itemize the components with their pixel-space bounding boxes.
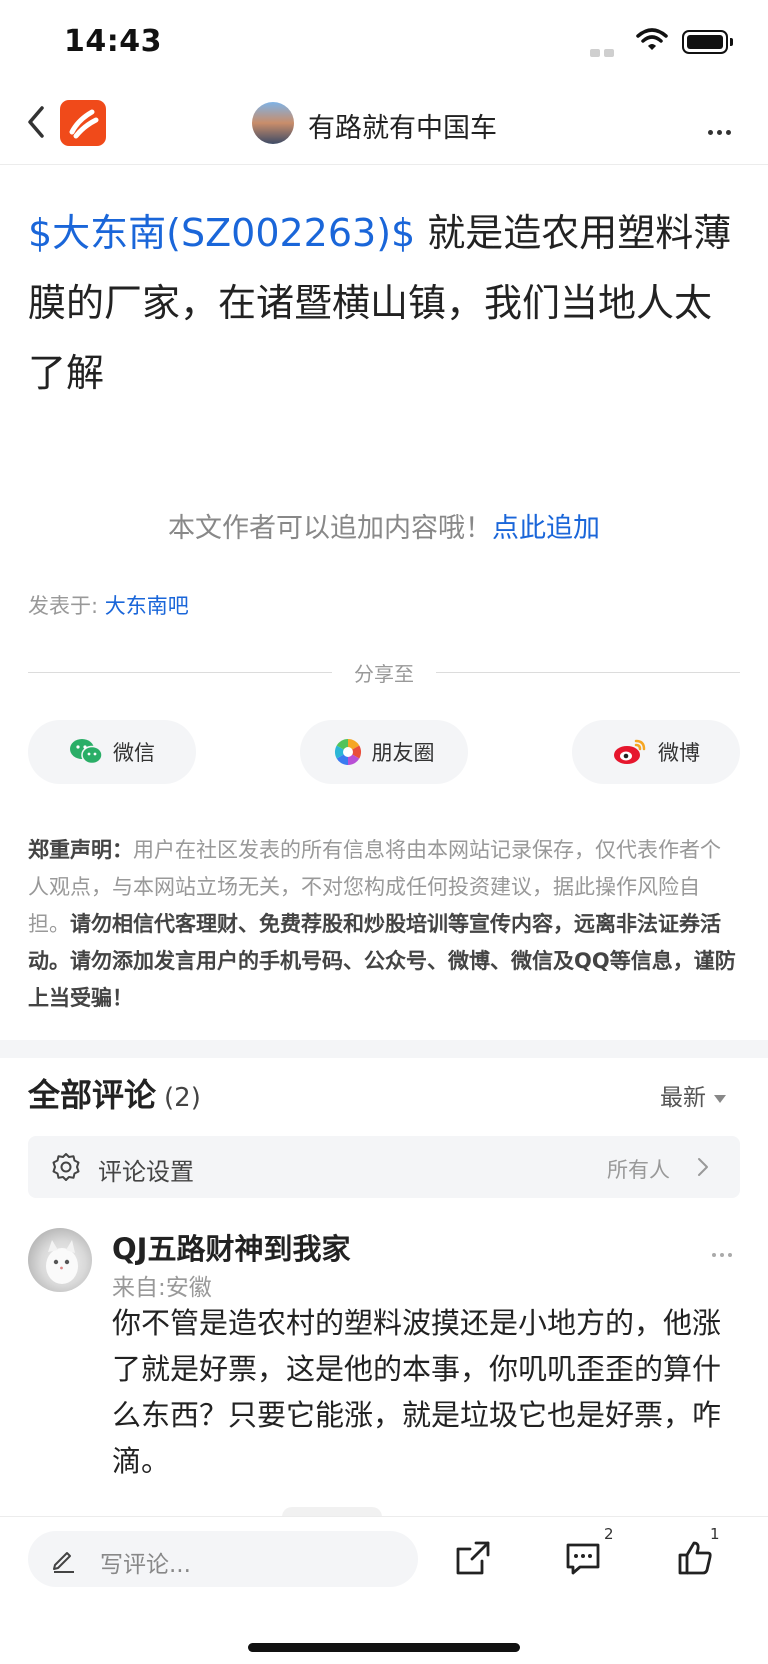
home-indicator[interactable] [248, 1643, 520, 1652]
moments-icon [334, 738, 362, 766]
comment-placeholder: 写评论... [100, 1552, 191, 1578]
gear-icon [50, 1151, 82, 1187]
comment-settings-row[interactable]: 评论设置 所有人 [28, 1136, 740, 1198]
status-time: 14:43 [64, 24, 162, 59]
disclaimer: 郑重声明：用户在社区发表的所有信息将由本网站记录保存，仅代表作者个人观点，与本网… [28, 832, 740, 1017]
comment-settings-value: 所有人 [607, 1158, 670, 1182]
comment-text: 你不管是造农村的塑料波摸还是小地方的，他涨了就是好票，这是他的本事，你叽叽歪歪的… [112, 1306, 722, 1478]
author-avatar[interactable] [252, 102, 294, 144]
disclaimer-warning: 请勿相信代客理财、免费荐股和炒股培训等宣传内容，远离非法证券活动。请勿添加发言用… [28, 912, 736, 1010]
comment-input[interactable]: 写评论... [28, 1531, 418, 1587]
comment-more-icon[interactable] [712, 1242, 736, 1261]
pencil-icon [50, 1545, 78, 1577]
like-count-badge: 1 [710, 1525, 720, 1543]
posted-in-label: 发表于: [28, 594, 105, 618]
share-moments-button[interactable]: 朋友圈 [300, 720, 468, 784]
comment-icon[interactable] [564, 1539, 602, 1581]
share-moments-label: 朋友圈 [371, 741, 435, 765]
share-wechat-label: 微信 [113, 741, 155, 765]
append-hint: 本文作者可以追加内容哦！点此追加 [0, 506, 768, 545]
append-link[interactable]: 点此追加 [492, 513, 600, 544]
divider [28, 672, 332, 673]
comment-settings-label: 评论设置 [98, 1158, 194, 1186]
share-icon[interactable] [454, 1539, 492, 1581]
signal-icon [590, 42, 618, 61]
share-weibo-label: 微博 [658, 741, 700, 765]
back-icon[interactable] [22, 102, 50, 146]
comments-count: (2) [164, 1083, 201, 1113]
append-text: 本文作者可以追加内容哦！ [168, 513, 492, 544]
battery-icon [682, 30, 733, 54]
app-logo-icon[interactable] [60, 100, 106, 146]
section-separator [0, 1040, 768, 1058]
comments-title-text: 全部评论 [28, 1076, 157, 1114]
share-wechat-button[interactable]: 微信 [28, 720, 196, 784]
disclaimer-title: 郑重声明： [28, 838, 133, 862]
posted-in: 发表于: 大东南吧 [28, 590, 189, 620]
comment-username[interactable]: QJ五路财神到我家 [112, 1226, 350, 1268]
share-weibo-button[interactable]: 微博 [572, 720, 740, 784]
share-label: 分享至 [354, 662, 414, 686]
wechat-icon [69, 738, 103, 766]
comment-location: 来自:安徽 [112, 1275, 212, 1301]
avatar[interactable] [28, 1228, 92, 1292]
like-icon[interactable] [676, 1539, 714, 1581]
post-body: $大东南(SZ002263)$ 就是造农用塑料薄膜的厂家，在诸暨横山镇，我们当地… [28, 198, 738, 408]
more-icon[interactable] [708, 120, 735, 139]
nav-title[interactable]: 有路就有中国车 [308, 106, 497, 145]
chevron-right-icon [696, 1156, 710, 1182]
comment-count-badge: 2 [604, 1525, 614, 1543]
sort-dropdown[interactable]: 最新 [660, 1078, 726, 1112]
caret-down-icon [714, 1094, 726, 1103]
wifi-icon [636, 28, 668, 56]
stock-tag-link[interactable]: $大东南(SZ002263)$ [28, 211, 415, 255]
sort-label: 最新 [660, 1085, 706, 1111]
nav-bar: 有路就有中国车 [0, 82, 768, 165]
forum-link[interactable]: 大东南吧 [105, 594, 189, 618]
divider [436, 672, 740, 673]
comments-title: 全部评论 (2) [28, 1070, 201, 1116]
weibo-icon [612, 738, 648, 766]
bottom-bar: 写评论... 2 1 [0, 1516, 768, 1664]
